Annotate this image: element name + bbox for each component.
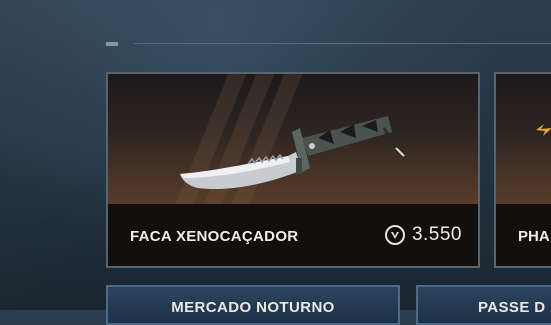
section-divider-line xyxy=(134,43,551,44)
item-info-bar: FACA XENOCAÇADOR 3.550 xyxy=(108,204,478,266)
night-market-button[interactable]: MERCADO NOTURNO xyxy=(106,285,400,325)
valorant-points-icon xyxy=(384,225,405,245)
tile-label: PASSE D xyxy=(478,299,546,316)
tile-label: MERCADO NOTURNO xyxy=(171,299,335,316)
item-name: PHA xyxy=(518,228,550,245)
battle-pass-button[interactable]: PASSE D xyxy=(416,285,551,325)
item-info-bar: PHA xyxy=(496,204,551,266)
item-artwork xyxy=(108,74,478,244)
featured-item-card[interactable]: FACA XENOCAÇADOR 3.550 xyxy=(106,72,480,268)
item-artwork xyxy=(496,74,551,206)
item-name: FACA XENOCAÇADOR xyxy=(130,228,299,245)
item-price: 3.550 xyxy=(384,224,462,246)
store-item-card-next[interactable]: PHA xyxy=(494,72,551,268)
price-value: 3.550 xyxy=(411,224,462,245)
section-divider-marker xyxy=(106,42,118,46)
knife-icon xyxy=(180,116,405,190)
spark-icon xyxy=(536,124,551,136)
